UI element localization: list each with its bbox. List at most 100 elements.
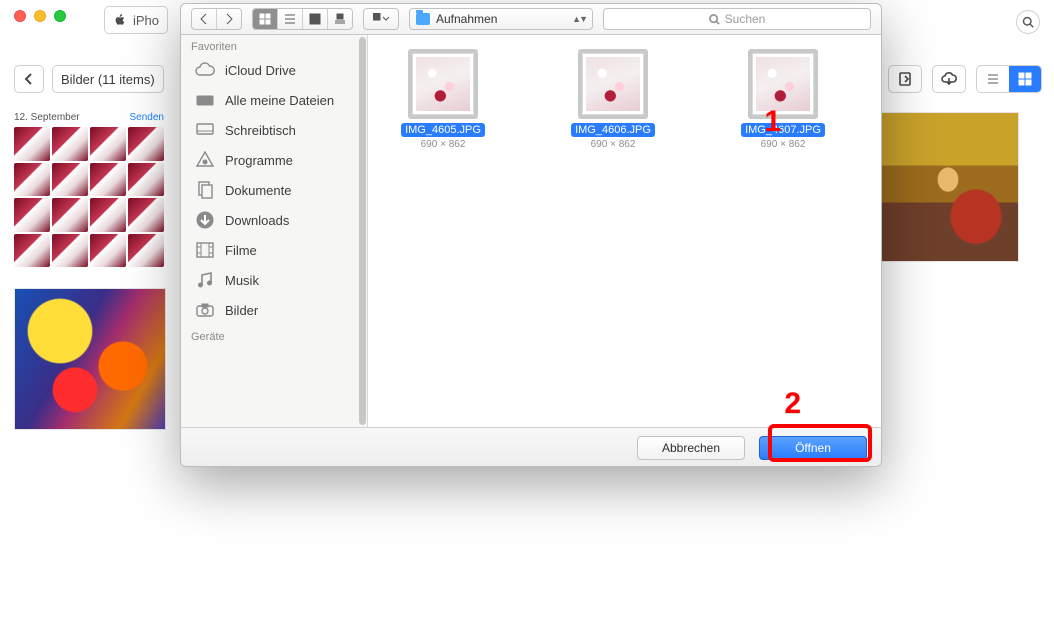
open-button[interactable]: Öffnen — [759, 436, 867, 460]
sidebar-section-devices: Geräte — [181, 325, 367, 345]
close-icon[interactable] — [14, 10, 26, 22]
list-icon — [986, 72, 1000, 86]
device-label: iPho — [133, 13, 159, 28]
open-file-dialog: Aufnahmen ▲▼ Suchen Favoriten iCloud Dri… — [180, 3, 882, 467]
arrange-button[interactable] — [364, 9, 398, 29]
chevron-left-icon — [23, 73, 35, 85]
film-icon — [195, 241, 215, 259]
nav-back-button[interactable] — [192, 9, 217, 29]
search-placeholder: Suchen — [725, 12, 766, 26]
icon-view-button[interactable] — [253, 9, 278, 29]
view-toggle[interactable] — [976, 65, 1042, 93]
breadcrumb-label: Bilder (11 items) — [61, 72, 155, 87]
list-view-button[interactable] — [278, 9, 303, 29]
cloud-download-icon — [941, 71, 957, 87]
search-icon — [1022, 16, 1034, 28]
search-input[interactable]: Suchen — [603, 8, 871, 30]
import-icon — [897, 71, 913, 87]
album-thumbnail-grid[interactable] — [14, 127, 164, 267]
cloud-button[interactable] — [932, 65, 966, 93]
back-button[interactable] — [14, 65, 44, 93]
columns-icon — [309, 13, 321, 25]
file-name: IMG_4607.JPG — [741, 123, 825, 137]
file-item[interactable]: IMG_4606.JPG 690 × 862 — [548, 49, 678, 150]
file-item[interactable]: IMG_4607.JPG 690 × 862 — [718, 49, 848, 150]
sidebar-item-icloud[interactable]: iCloud Drive — [181, 55, 367, 85]
folder-name: Aufnahmen — [436, 12, 497, 26]
gallery-image[interactable] — [14, 288, 166, 430]
breadcrumb[interactable]: Bilder (11 items) — [52, 65, 164, 93]
grid-icon — [259, 13, 271, 25]
sidebar-item-pictures[interactable]: Bilder — [181, 295, 367, 325]
sidebar-item-label: iCloud Drive — [225, 63, 296, 78]
open-label: Öffnen — [795, 441, 831, 455]
sidebar-item-music[interactable]: Musik — [181, 265, 367, 295]
popup-arrows-icon: ▲▼ — [572, 14, 586, 24]
arrange-group[interactable] — [363, 8, 399, 30]
cancel-label: Abbrechen — [662, 441, 720, 455]
annotation-2: 2 — [784, 387, 801, 421]
sidebar-item-movies[interactable]: Filme — [181, 235, 367, 265]
sidebar-item-allfiles[interactable]: Alle meine Dateien — [181, 85, 367, 115]
folder-popup[interactable]: Aufnahmen ▲▼ — [409, 8, 593, 30]
folder-icon — [416, 13, 430, 25]
cancel-button[interactable]: Abbrechen — [637, 436, 745, 460]
annotation-1: 1 — [764, 105, 781, 139]
docs-icon — [195, 181, 215, 199]
sidebar-item-desktop[interactable]: Schreibtisch — [181, 115, 367, 145]
sidebar-item-downloads[interactable]: Downloads — [181, 205, 367, 235]
arrange-icon — [373, 13, 389, 25]
camera-icon — [195, 301, 215, 319]
sidebar-item-apps[interactable]: Programme — [181, 145, 367, 175]
file-browser[interactable]: IMG_4605.JPG 690 × 862 IMG_4606.JPG 690 … — [368, 35, 881, 427]
sidebar-item-label: Schreibtisch — [225, 123, 296, 138]
file-dimensions: 690 × 862 — [548, 139, 678, 150]
chevron-left-icon — [198, 13, 210, 25]
nav-forward-button[interactable] — [217, 9, 241, 29]
file-dimensions: 690 × 862 — [378, 139, 508, 150]
column-view-button[interactable] — [303, 9, 328, 29]
view-mode-group[interactable] — [252, 8, 353, 30]
album-date: 12. September — [14, 112, 80, 123]
window-controls[interactable] — [14, 10, 66, 22]
sidebar-section-favorites: Favoriten — [181, 35, 367, 55]
apps-icon — [195, 151, 215, 169]
list-view-button[interactable] — [977, 66, 1009, 92]
coverflow-icon — [334, 13, 346, 25]
desktop-icon — [195, 121, 215, 139]
grid-view-button[interactable] — [1009, 66, 1041, 92]
download-icon — [195, 211, 215, 229]
sidebar-item-documents[interactable]: Dokumente — [181, 175, 367, 205]
sidebar-item-label: Dokumente — [225, 183, 291, 198]
album-send-link[interactable]: Senden — [130, 112, 164, 123]
coverflow-view-button[interactable] — [328, 9, 352, 29]
sidebar-item-label: Programme — [225, 153, 293, 168]
import-button[interactable] — [888, 65, 922, 93]
file-name: IMG_4605.JPG — [401, 123, 485, 137]
zoom-icon[interactable] — [54, 10, 66, 22]
spotlight-button[interactable] — [1016, 10, 1040, 34]
image-thumbnail-icon — [416, 57, 470, 111]
music-icon — [195, 271, 215, 289]
file-item[interactable]: IMG_4605.JPG 690 × 862 — [378, 49, 508, 150]
device-pill[interactable]: iPho — [104, 6, 168, 34]
dialog-footer: Abbrechen Öffnen — [181, 427, 881, 467]
sidebar-item-label: Downloads — [225, 213, 289, 228]
sidebar-item-label: Bilder — [225, 303, 258, 318]
sidebar-item-label: Musik — [225, 273, 259, 288]
apple-icon — [113, 13, 127, 27]
file-name: IMG_4606.JPG — [571, 123, 655, 137]
cloud-icon — [195, 61, 215, 79]
gallery-image[interactable] — [877, 112, 1019, 262]
list-icon — [284, 13, 296, 25]
image-thumbnail-icon — [756, 57, 810, 111]
chevron-right-icon — [223, 13, 235, 25]
grid-icon — [1018, 72, 1032, 86]
file-dimensions: 690 × 862 — [718, 139, 848, 150]
sidebar-item-label: Filme — [225, 243, 257, 258]
image-thumbnail-icon — [586, 57, 640, 111]
dialog-toolbar: Aufnahmen ▲▼ Suchen — [181, 4, 881, 35]
minimize-icon[interactable] — [34, 10, 46, 22]
sidebar: Favoriten iCloud Drive Alle meine Dateie… — [181, 35, 368, 427]
nav-back-forward[interactable] — [191, 8, 242, 30]
